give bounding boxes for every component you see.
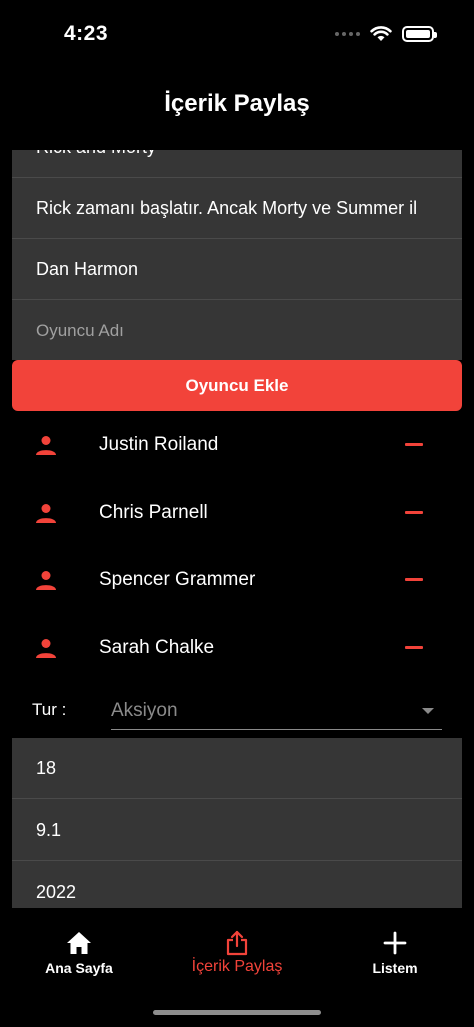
actor-name: Sarah Chalke — [99, 636, 215, 658]
person-icon — [36, 570, 56, 590]
content-info-fields: Rick and Morty Rick zamanı başlatır. Anc… — [12, 150, 462, 360]
actor-name: Spencer Grammer — [99, 568, 256, 590]
actor-name-input[interactable]: Oyuncu Adı — [12, 300, 462, 361]
description-field[interactable]: Rick zamanı başlatır. Ancak Morty ve Sum… — [12, 178, 462, 239]
add-actor-button[interactable]: Oyuncu Ekle — [12, 360, 462, 411]
battery-icon — [402, 26, 437, 42]
remove-actor-icon[interactable] — [404, 435, 424, 455]
dropdown-arrow-icon — [422, 708, 434, 714]
tab-share-content-label: İçerik Paylaş — [191, 958, 283, 975]
actor-list-item: Justin Roiland — [0, 411, 474, 478]
director-field[interactable]: Dan Harmon — [12, 239, 462, 300]
page-title: İçerik Paylaş — [164, 90, 310, 117]
plus-icon — [383, 931, 407, 955]
tab-home-label: Ana Sayfa — [45, 960, 113, 976]
content-detail-fields: 18 9.1 2022 — [12, 738, 462, 908]
remove-actor-icon[interactable] — [404, 638, 424, 658]
home-indicator[interactable] — [153, 1010, 321, 1015]
share-content-form[interactable]: Rick and Morty Rick zamanı başlatır. Anc… — [0, 150, 474, 908]
person-icon — [36, 435, 56, 455]
remove-actor-icon[interactable] — [404, 570, 424, 590]
score-field[interactable]: 9.1 — [12, 800, 462, 861]
actor-name: Chris Parnell — [99, 501, 208, 523]
person-icon — [36, 503, 56, 523]
tab-my-list[interactable]: Listem — [316, 918, 474, 988]
actor-list-item: Sarah Chalke — [0, 614, 474, 681]
tab-my-list-label: Listem — [372, 960, 418, 976]
genre-row: Tur : Aksiyon — [0, 694, 474, 734]
remove-actor-icon[interactable] — [404, 503, 424, 523]
status-icons — [335, 26, 437, 42]
status-time: 4:23 — [64, 22, 109, 45]
home-icon — [67, 932, 91, 954]
status-bar: 4:23 — [0, 0, 474, 70]
tab-share-content[interactable]: İçerik Paylaş — [158, 918, 316, 988]
genre-selected-value: Aksiyon — [111, 700, 178, 721]
genre-label: Tur : — [32, 700, 67, 719]
wifi-icon — [370, 26, 392, 41]
actor-list-item: Chris Parnell — [0, 479, 474, 546]
actor-list-item: Spencer Grammer — [0, 546, 474, 613]
title-field[interactable]: Rick and Morty — [12, 150, 462, 178]
tab-home[interactable]: Ana Sayfa — [0, 918, 158, 988]
genre-dropdown[interactable]: Aksiyon — [111, 694, 442, 730]
age-rating-field[interactable]: 18 — [12, 738, 462, 799]
actor-name: Justin Roiland — [99, 433, 219, 455]
cellular-signal-icon — [335, 32, 360, 36]
person-icon — [36, 638, 56, 658]
share-icon — [226, 930, 248, 956]
year-field[interactable]: 2022 — [12, 862, 462, 908]
